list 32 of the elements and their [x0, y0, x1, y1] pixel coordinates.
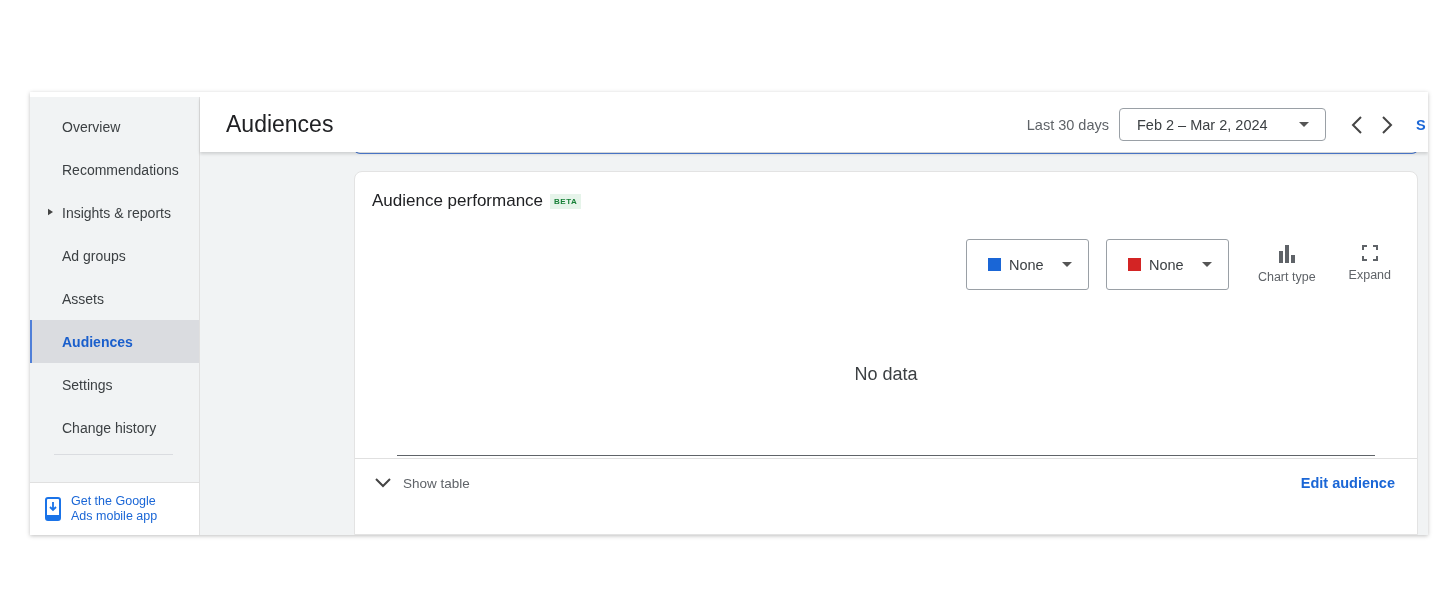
- header-link[interactable]: S: [1416, 116, 1428, 133]
- sidebar-item[interactable]: Recommendations: [30, 148, 199, 191]
- empty-chart-message: No data: [854, 364, 918, 385]
- previous-icon[interactable]: [1351, 115, 1363, 134]
- date-range-label: Last 30 days: [1026, 116, 1109, 133]
- sidebar-item[interactable]: Assets: [30, 277, 199, 320]
- sidebar-item[interactable]: Overview: [30, 105, 199, 148]
- expand-caret-icon: [48, 208, 53, 216]
- mobile-app-link[interactable]: Get the Google Ads mobile app: [71, 494, 171, 524]
- sidebar-item[interactable]: Audiences: [30, 320, 199, 363]
- dropdown-caret-icon: [1201, 262, 1212, 267]
- page-title: Audiences: [226, 111, 334, 138]
- expand-icon: [1361, 245, 1378, 261]
- card-title: Audience performance: [372, 191, 544, 211]
- metric-dropdown[interactable]: None: [965, 239, 1089, 290]
- metric-dropdown[interactable]: None: [1105, 239, 1229, 290]
- dropdown-caret-icon: [1061, 262, 1072, 267]
- sidebar-item[interactable]: Ad groups: [30, 234, 199, 277]
- sidebar-item[interactable]: Change history: [30, 406, 199, 449]
- sidebar-item[interactable]: Insights & reports: [30, 191, 199, 234]
- date-range-dropdown[interactable]: Feb 2 – Mar 2, 2024: [1119, 108, 1326, 141]
- bar-chart-icon: [1277, 245, 1296, 263]
- chevron-icon: [375, 478, 391, 488]
- next-icon[interactable]: [1381, 115, 1393, 134]
- sidebar-item[interactable]: Settings: [30, 363, 199, 406]
- dropdown-caret-icon: [1299, 122, 1309, 127]
- show-table-toggle[interactable]: Show table: [375, 475, 470, 491]
- beta-badge: BETA: [550, 193, 582, 209]
- chart-type-button[interactable]: Chart type: [1253, 239, 1320, 290]
- phone-download-icon: [45, 497, 61, 521]
- edit-audience-link[interactable]: Edit audience: [1300, 475, 1395, 491]
- expand-button[interactable]: Expand: [1344, 239, 1395, 288]
